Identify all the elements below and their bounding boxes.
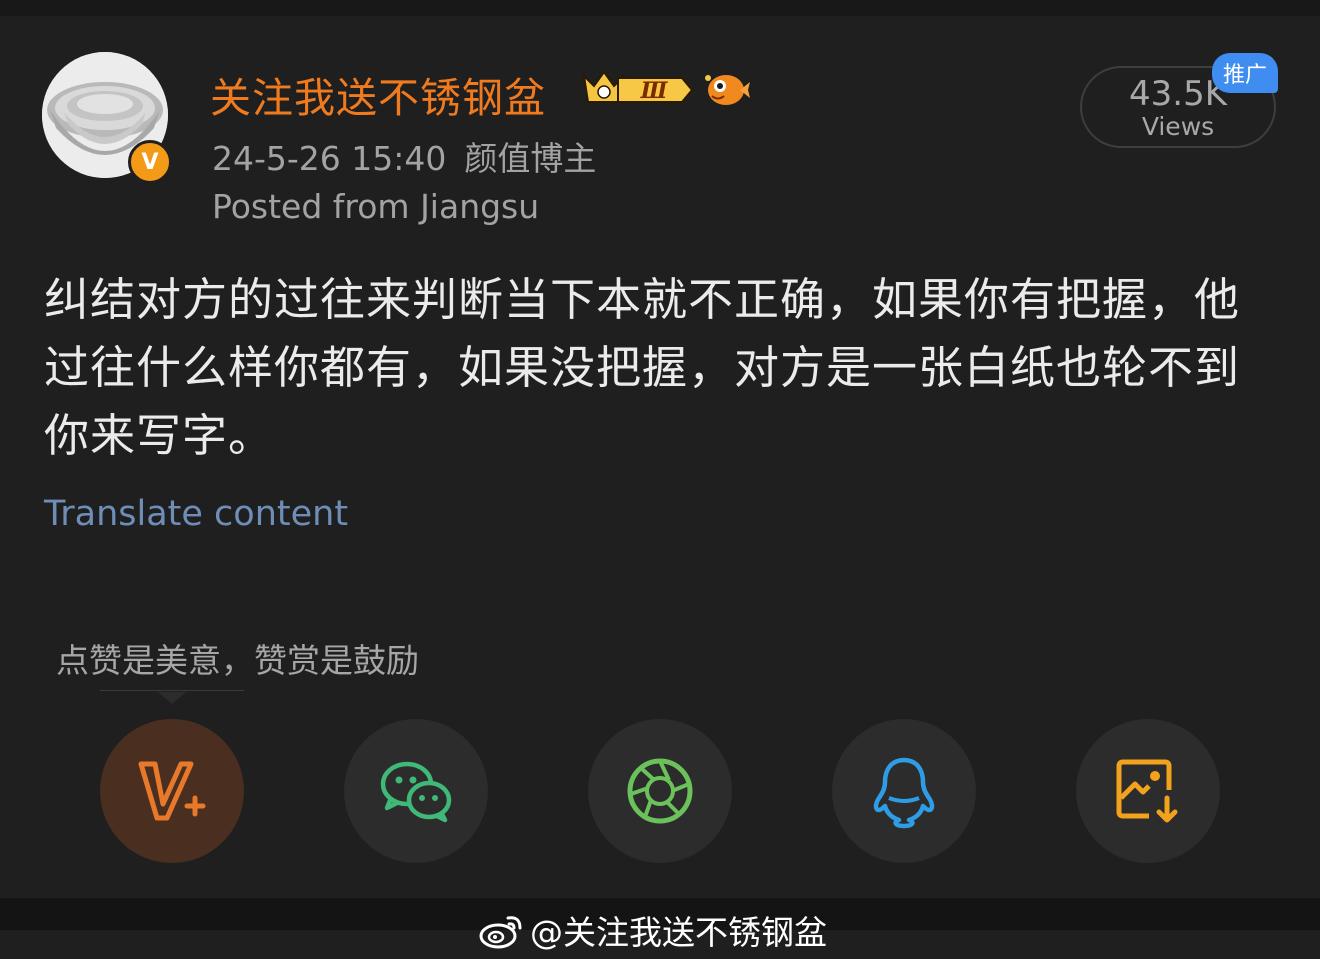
qq-penguin-icon: [873, 757, 935, 829]
crown-level-badge-icon: Ⅲ: [582, 70, 694, 104]
level-roman-numeral: Ⅲ: [640, 78, 669, 104]
post-location: Posted from Jiangsu: [212, 187, 540, 226]
reward-hint-divider: [100, 690, 244, 691]
reward-button[interactable]: [100, 719, 244, 863]
top-divider: [0, 0, 1320, 16]
weibo-logo-icon: [479, 916, 522, 949]
share-qq-button[interactable]: [832, 719, 976, 863]
share-moments-button[interactable]: [588, 719, 732, 863]
promo-badge: 推广: [1212, 53, 1278, 93]
post-category-tag[interactable]: 颜值博主: [464, 139, 596, 178]
post-text: 纠结对方的过往来判断当下本就不正确，如果你有把握，他过往什么样你都有，如果没把握…: [44, 273, 1241, 462]
views-label: Views: [1141, 112, 1215, 141]
author-name[interactable]: 关注我送不锈钢盆: [210, 64, 546, 124]
save-image-icon: [1116, 759, 1178, 823]
translate-content-link[interactable]: Translate content: [44, 494, 348, 534]
reward-hint: 点赞是美意，赞赏是鼓励: [56, 641, 419, 680]
wechat-icon: [380, 761, 452, 823]
post-timestamp: 24-5-26 15:40: [212, 139, 447, 178]
post-meta: 24-5-26 15:40 颜值博主: [212, 132, 596, 180]
pufferfish-emblem-icon: [705, 75, 750, 105]
save-image-button[interactable]: [1076, 719, 1220, 863]
moments-aperture-icon: [627, 758, 693, 824]
v-plus-reward-icon: [138, 761, 206, 821]
share-wechat-button[interactable]: [344, 719, 488, 863]
reward-hint-pointer: [158, 692, 186, 704]
weibo-watermark: @关注我送不锈钢盆: [478, 906, 827, 954]
verified-v-badge: V: [128, 140, 172, 184]
watermark-text: @关注我送不锈钢盆: [530, 913, 827, 952]
